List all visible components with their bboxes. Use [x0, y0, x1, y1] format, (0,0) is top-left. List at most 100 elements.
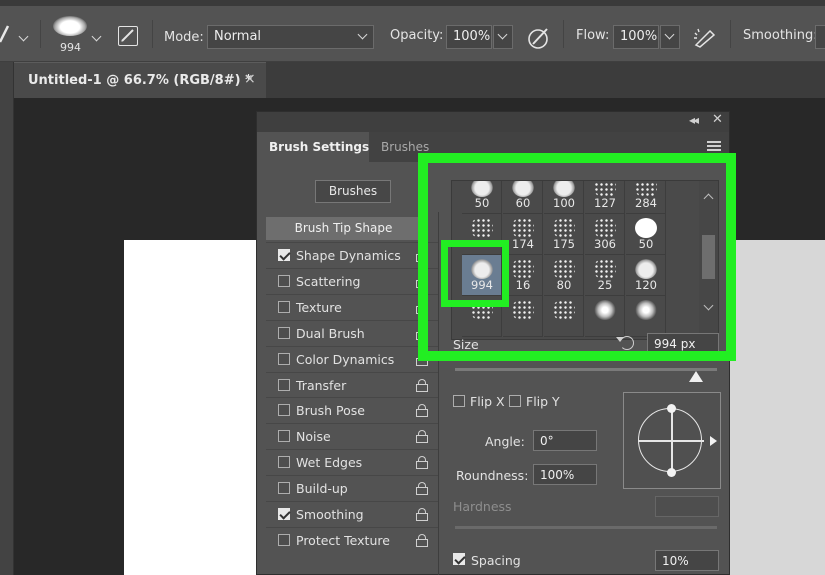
- option-label: Transfer: [296, 377, 347, 393]
- tools-panel-edge: [0, 62, 14, 575]
- opacity-dropdown[interactable]: [493, 25, 513, 49]
- mode-label: Mode:: [164, 30, 204, 45]
- option-checkbox[interactable]: [278, 430, 290, 443]
- document-canvas-right[interactable]: [730, 240, 825, 575]
- roundness-field[interactable]: 100%: [533, 464, 597, 485]
- airbrush-icon[interactable]: [692, 25, 718, 51]
- document-tab[interactable]: Untitled-1 @ 66.7% (RGB/8#) * ×: [14, 62, 266, 98]
- brush-option-row[interactable]: Build-up: [266, 475, 438, 501]
- size-slider-thumb[interactable]: [689, 371, 704, 382]
- mode-select[interactable]: Normal: [207, 25, 374, 49]
- spacing-checkbox[interactable]: [453, 553, 465, 565]
- spacing-field[interactable]: 10%: [655, 550, 719, 571]
- hardness-slider: [455, 526, 717, 529]
- collapse-panel-icon[interactable]: ◂◂: [689, 113, 699, 127]
- roundness-value: 100%: [540, 468, 575, 482]
- option-checkbox[interactable]: [278, 300, 290, 313]
- mode-value: Normal: [214, 29, 262, 44]
- option-checkbox[interactable]: [278, 404, 290, 417]
- flow-dropdown[interactable]: [660, 25, 680, 49]
- option-checkbox[interactable]: [278, 456, 290, 469]
- highlight-selected-brush: [441, 240, 509, 307]
- opacity-label: Opacity:: [390, 28, 444, 43]
- flow-field[interactable]: 100%: [613, 25, 659, 49]
- smoothing-field[interactable]: [815, 25, 825, 49]
- option-label: Build-up: [296, 481, 348, 497]
- option-label: Protect Texture: [296, 532, 390, 548]
- brushes-button[interactable]: Brushes: [315, 180, 391, 203]
- option-checkbox[interactable]: [278, 249, 290, 261]
- option-label: Scattering: [296, 273, 361, 289]
- panel-menu-icon[interactable]: [707, 141, 721, 151]
- option-label: Smoothing: [296, 507, 364, 522]
- option-checkbox[interactable]: [278, 508, 290, 520]
- tool-preset-chevron-icon[interactable]: [18, 31, 29, 42]
- spacing-value: 10%: [662, 554, 689, 568]
- lock-icon[interactable]: [416, 430, 428, 444]
- brush-option-row[interactable]: Color Dynamics: [266, 345, 438, 372]
- flip-y-checkbox[interactable]: [509, 395, 521, 407]
- angle-roundness-widget[interactable]: [623, 392, 721, 489]
- option-checkbox[interactable]: [278, 326, 290, 339]
- option-label: Brush Pose: [296, 403, 365, 419]
- option-label: Shape Dynamics: [296, 248, 401, 263]
- roundness-label: Roundness:: [456, 468, 529, 483]
- angle-arrow-icon[interactable]: [710, 436, 717, 446]
- option-label: Texture: [296, 299, 342, 315]
- hardness-field: [655, 496, 719, 517]
- brush-tool-icon[interactable]: [0, 22, 10, 44]
- angle-axis-vertical: [671, 408, 673, 474]
- brush-option-row[interactable]: Dual Brush: [266, 319, 438, 346]
- lock-icon[interactable]: [416, 482, 428, 496]
- flip-y-label: Flip Y: [526, 394, 560, 409]
- brush-option-row[interactable]: Protect Texture: [266, 526, 438, 553]
- lock-icon[interactable]: [416, 404, 428, 418]
- lock-icon[interactable]: [416, 378, 428, 392]
- brush-picker-chevron-icon[interactable]: [91, 31, 102, 42]
- option-label: Dual Brush: [296, 325, 365, 341]
- angle-value: 0°: [540, 434, 554, 448]
- document-canvas[interactable]: [124, 240, 256, 575]
- brush-option-row[interactable]: Texture: [266, 293, 438, 320]
- option-label: Color Dynamics: [296, 351, 395, 367]
- brush-preset-thumbnail[interactable]: [53, 16, 87, 38]
- lock-icon[interactable]: [416, 508, 428, 521]
- option-label: Noise: [296, 429, 331, 445]
- opacity-value: 100%: [453, 29, 491, 44]
- tab-brush-settings-label: Brush Settings: [269, 140, 370, 154]
- angle-field[interactable]: 0°: [533, 430, 597, 451]
- flow-label: Flow:: [576, 28, 610, 43]
- options-bar: 994 Mode: Normal Opacity: 100% Flow: 100…: [0, 6, 825, 62]
- option-checkbox[interactable]: [278, 533, 290, 546]
- tab-brush-settings[interactable]: Brush Settings: [257, 132, 369, 162]
- flow-chevron-icon: [664, 29, 675, 40]
- size-slider[interactable]: [455, 368, 717, 371]
- opacity-chevron-icon: [497, 29, 508, 40]
- pressure-opacity-icon[interactable]: [526, 25, 552, 51]
- brush-option-row[interactable]: Scattering: [266, 267, 438, 294]
- panel-title-bar[interactable]: ◂◂ ✕: [257, 112, 729, 132]
- document-tab-close-icon[interactable]: ×: [244, 71, 256, 87]
- brush-settings-toggle-icon[interactable]: [118, 26, 138, 46]
- brush-option-row[interactable]: Wet Edges: [266, 449, 438, 475]
- option-checkbox[interactable]: [278, 274, 290, 287]
- brush-option-row[interactable]: Brush Pose: [266, 397, 438, 423]
- brush-size-readout: 994: [60, 41, 81, 54]
- flip-x-checkbox[interactable]: [453, 395, 465, 407]
- brush-option-row[interactable]: Shape Dynamics: [266, 242, 438, 268]
- roundness-handle-bottom[interactable]: [667, 468, 676, 477]
- lock-icon[interactable]: [416, 456, 428, 470]
- lock-icon[interactable]: [416, 533, 428, 547]
- option-checkbox[interactable]: [278, 378, 290, 391]
- opacity-field[interactable]: 100%: [446, 25, 492, 49]
- flip-x-label: Flip X: [470, 394, 505, 409]
- brush-option-row[interactable]: Noise: [266, 423, 438, 449]
- document-tab-title: Untitled-1 @ 66.7% (RGB/8#) *: [28, 73, 252, 88]
- roundness-handle-top[interactable]: [667, 404, 676, 413]
- brush-tip-shape-item[interactable]: Brush Tip Shape: [266, 217, 421, 240]
- panel-close-icon[interactable]: ✕: [712, 112, 723, 127]
- option-checkbox[interactable]: [278, 482, 290, 495]
- brush-option-row[interactable]: Smoothing: [266, 501, 438, 527]
- brush-option-row[interactable]: Transfer: [266, 371, 438, 398]
- option-checkbox[interactable]: [278, 352, 290, 365]
